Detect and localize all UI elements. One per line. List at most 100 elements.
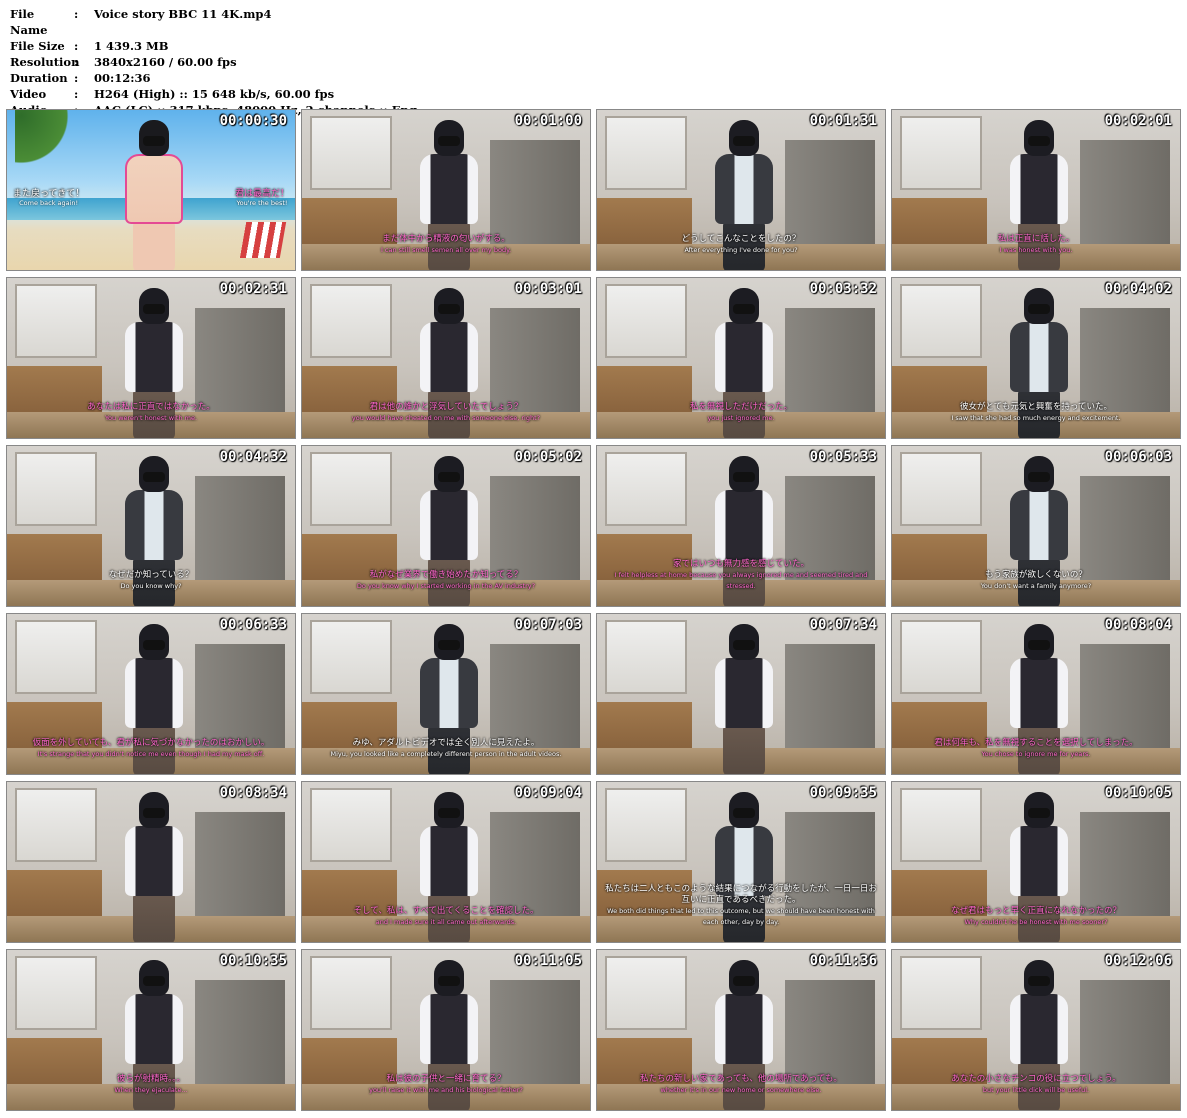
video-thumbnail[interactable]: 00:11:36 私たちの新しい家であっても、他の場所であっても。 whether …: [596, 949, 886, 1111]
subtitle-jp: 私を無視しただけだった。: [689, 402, 792, 412]
video-thumbnail[interactable]: 00:06:03 もう家族が欲しくないの？ You don't want a fam…: [891, 445, 1181, 607]
timestamp: 00:10:35: [219, 953, 287, 969]
subtitle: 私たちは二人ともこのような結果につながる行動をしたが、一日一日お互いに正直である…: [601, 884, 881, 928]
timestamp: 00:07:34: [809, 617, 877, 633]
file-info-row: File Name: Voice story BBC 11 4K.mp4: [10, 6, 417, 38]
subtitle: 彼女がとても元気と興奮を持っていた。 I saw that she had so …: [896, 402, 1176, 424]
video-thumbnail[interactable]: 00:07:34: [596, 613, 886, 775]
subtitle: まだ体中から精液の匂いがする。 I can still smell semen a…: [306, 234, 586, 256]
video-thumbnail[interactable]: 00:09:35 私たちは二人ともこのような結果につながる行動をしたが、一日一日お…: [596, 781, 886, 943]
video-thumbnail[interactable]: 00:04:32 なぜだか知っている？ Do you know why?: [6, 445, 296, 607]
beach-caption-right: 君は最高だ！ You're the best!: [235, 186, 289, 207]
subtitle-en: you'll raise it with me and his biologic…: [369, 1086, 523, 1094]
video-thumbnail[interactable]: 00:12:06 あなたの小さなチンコの役に立つでしょう。 but your lit…: [891, 949, 1181, 1111]
subtitle-en: you would have cheated on me with someon…: [351, 414, 541, 422]
woman-figure: [119, 792, 189, 942]
subtitle: 仮面を外していても、君が私に気づかなかったのはおかしい。 It's strange…: [11, 738, 291, 760]
subtitle: 君は何年も、私を無視することを選択してしまった。 You chose to ign…: [896, 738, 1176, 760]
timestamp: 00:12:06: [1104, 953, 1172, 969]
file-info-key: File Size: [10, 39, 65, 53]
file-info-row: Video: H264 (High) :: 15 648 kb/s, 60.00 …: [10, 86, 417, 102]
video-thumbnail[interactable]: 00:08:34: [6, 781, 296, 943]
video-thumbnail[interactable]: 00:02:01 私は正直に話した。 I was honest with you.: [891, 109, 1181, 271]
subtitle-en: Do you know why I started working in the…: [356, 582, 536, 590]
subtitle-jp: 家ではいつも無力感を感じていた。: [672, 559, 809, 569]
file-info-value: 1 439.3 MB: [94, 39, 169, 53]
beach-caption-left: また戻ってきて！ Come back again!: [13, 186, 84, 207]
subtitle-jp: どうしてこんなことをしたの？: [681, 234, 801, 244]
subtitle: 私は正直に話した。 I was honest with you.: [896, 234, 1176, 256]
file-info-key: Duration: [10, 71, 68, 85]
timestamp: 00:05:33: [809, 449, 877, 465]
subtitle: 君は他の誰かと浮気していたでしょう？ you would have cheated…: [306, 402, 586, 424]
file-info-row: Duration: 00:12:36: [10, 70, 417, 86]
subtitle-en: but your little dick will be useful.: [982, 1086, 1090, 1094]
subtitle-en: Miyu, you looked like a completely diffe…: [330, 750, 562, 758]
timestamp: 00:04:02: [1104, 281, 1172, 297]
subtitle-en: Why couldn't he be honest with me sooner…: [964, 918, 1108, 926]
file-info-separator: :: [74, 87, 79, 101]
subtitle-jp: なぜ君はもっと早く正直になれなかったの？: [950, 906, 1121, 916]
subtitle: 家ではいつも無力感を感じていた。 I felt helpless at home …: [601, 559, 881, 592]
video-thumbnail[interactable]: 00:08:04 君は何年も、私を無視することを選択してしまった。 You chos…: [891, 613, 1181, 775]
video-thumbnail[interactable]: 00:00:30 また戻ってきて！ Come back again! 君は最高だ！ Yo…: [6, 109, 296, 271]
subtitle-jp: あなたの小さなチンコの役に立つでしょう。: [951, 1074, 1121, 1084]
subtitle-en: We both did things that led to this outc…: [607, 907, 875, 926]
video-thumbnail[interactable]: 00:04:02 彼女がとても元気と興奮を持っていた。 I saw that she…: [891, 277, 1181, 439]
file-info-value: 3840x2160 / 60.00 fps: [94, 55, 237, 69]
subtitle-en: I was honest with you.: [999, 246, 1073, 254]
subtitle: 私がなぜ業界で働き始めたか知ってる？ Do you know why I star…: [306, 570, 586, 592]
subtitle: 彼らが射精時。。。 When they ejaculate...: [11, 1074, 291, 1096]
timestamp: 00:03:32: [809, 281, 877, 297]
subtitle: 私は彼の子供と一緒に育てる？ you'll raise it with me an…: [306, 1074, 586, 1096]
subtitle-en: Do you know why?: [120, 582, 182, 590]
file-info-separator: :: [74, 71, 79, 85]
timestamp: 00:09:04: [514, 785, 582, 801]
subtitle-jp: 仮面を外していても、君が私に気づかなかったのはおかしい。: [32, 738, 270, 748]
video-thumbnail[interactable]: 00:01:31 どうしてこんなことをしたの？ After everything I…: [596, 109, 886, 271]
subtitle-jp: 私たちの新しい家であっても、他の場所であっても。: [640, 1074, 842, 1084]
video-thumbnail[interactable]: 00:10:35 彼らが射精時。。。 When they ejaculate...: [6, 949, 296, 1111]
subtitle: どうしてこんなことをしたの？ After everything I've done…: [601, 234, 881, 256]
subtitle-en: you just ignored me.: [707, 414, 775, 422]
video-thumbnail[interactable]: 00:05:33 家ではいつも無力感を感じていた。 I felt helpless …: [596, 445, 886, 607]
file-info-block: File Name: Voice story BBC 11 4K.mp4 File …: [10, 6, 417, 118]
woman-figure: [709, 624, 779, 774]
subtitle-en: After everything I've done for you?: [684, 246, 798, 254]
subtitle: あなたは私に正直ではなかった。 You weren't honest with m…: [11, 402, 291, 424]
video-thumbnail[interactable]: 00:01:00 まだ体中から精液の匂いがする。 I can still smell…: [301, 109, 591, 271]
video-thumbnail[interactable]: 00:06:33 仮面を外していても、君が私に気づかなかったのはおかしい。 It's…: [6, 613, 296, 775]
subtitle-jp: まだ体中から精液の匂いがする。: [382, 234, 510, 244]
timestamp: 00:06:33: [219, 617, 287, 633]
caption-en: You're the best!: [236, 199, 288, 207]
video-thumbnail[interactable]: 00:05:02 私がなぜ業界で働き始めたか知ってる？ Do you know wh…: [301, 445, 591, 607]
timestamp: 00:08:34: [219, 785, 287, 801]
video-thumbnail[interactable]: 00:03:32 私を無視しただけだった。 you just ignored me.: [596, 277, 886, 439]
timestamp: 00:00:30: [219, 113, 287, 129]
subtitle-en: You chose to ignore me for years.: [981, 750, 1091, 758]
subtitle-jp: 君は何年も、私を無視することを選択してしまった。: [934, 738, 1138, 748]
timestamp: 00:11:36: [809, 953, 877, 969]
subtitle-jp: 君は他の誰かと浮気していたでしょう？: [369, 402, 523, 412]
timestamp: 00:01:31: [809, 113, 877, 129]
video-thumbnail[interactable]: 00:09:04 そして、私は、すべて出てくることを確認した。 and I made…: [301, 781, 591, 943]
file-info-value: Voice story BBC 11 4K.mp4: [94, 7, 272, 21]
video-thumbnail[interactable]: 00:02:31 あなたは私に正直ではなかった。 You weren't hones…: [6, 277, 296, 439]
subtitle: もう家族が欲しくないの？ You don't want a family anym…: [896, 570, 1176, 592]
timestamp: 00:02:01: [1104, 113, 1172, 129]
video-thumbnail[interactable]: 00:10:05 なぜ君はもっと早く正直になれなかったの？ Why couldn't…: [891, 781, 1181, 943]
subtitle-en: I felt helpless at home because you alwa…: [614, 571, 868, 590]
subtitle-jp: あなたは私に正直ではなかった。: [87, 402, 215, 412]
video-thumbnail[interactable]: 00:07:03 みゆ、アダルトビデオでは全く別人に見えたよ。 Miyu, you …: [301, 613, 591, 775]
timestamp: 00:03:01: [514, 281, 582, 297]
file-info-separator: :: [74, 7, 79, 21]
video-thumbnail[interactable]: 00:11:05 私は彼の子供と一緒に育てる？ you'll raise it wi…: [301, 949, 591, 1111]
video-thumbnail[interactable]: 00:03:01 君は他の誰かと浮気していたでしょう？ you would have…: [301, 277, 591, 439]
subtitle-en: It's strange that you didn't notice me e…: [37, 750, 265, 758]
file-info-row: Resolution: 3840x2160 / 60.00 fps: [10, 54, 417, 70]
subtitle-jp: 私たちは二人ともこのような結果につながる行動をしたが、一日一日お互いに正直である…: [605, 884, 877, 905]
subtitle-jp: そして、私は、すべて出てくることを確認した。: [353, 906, 539, 916]
file-info-separator: :: [74, 39, 79, 53]
woman-figure: [119, 120, 189, 270]
subtitle-jp: 私は彼の子供と一緒に育てる？: [386, 1074, 506, 1084]
